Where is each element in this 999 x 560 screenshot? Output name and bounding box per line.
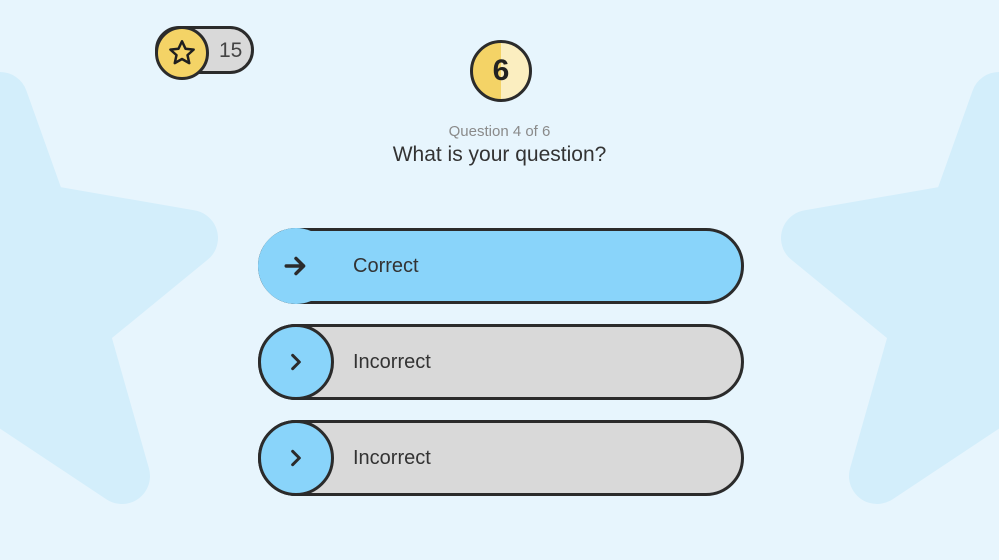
- answer-label: Incorrect: [353, 351, 431, 373]
- score-badge: 15: [155, 26, 254, 80]
- question-progress: Question 4 of 6: [448, 123, 551, 140]
- answer-option-incorrect[interactable]: Incorrect: [258, 324, 744, 400]
- answer-option-incorrect[interactable]: Incorrect: [258, 420, 744, 496]
- countdown-timer: 6: [470, 40, 532, 102]
- star-icon: [169, 40, 195, 65]
- question-text: What is your question?: [392, 143, 607, 166]
- answer-icon-circle: [258, 228, 334, 304]
- arrow-right-icon: [284, 256, 306, 276]
- answer-label: Incorrect: [353, 447, 431, 469]
- chevron-right-icon: [291, 449, 301, 467]
- score-value: 15: [219, 39, 243, 62]
- answer-icon-circle: [258, 420, 334, 496]
- score-star-badge: [155, 26, 209, 80]
- answer-icon-circle: [258, 324, 334, 400]
- timer-value: 6: [492, 54, 510, 87]
- answer-list: Correct Incorrect Incorrect: [258, 228, 744, 516]
- answer-option-correct[interactable]: Correct: [258, 228, 744, 304]
- chevron-right-icon: [291, 353, 301, 371]
- answer-label: Correct: [353, 255, 419, 277]
